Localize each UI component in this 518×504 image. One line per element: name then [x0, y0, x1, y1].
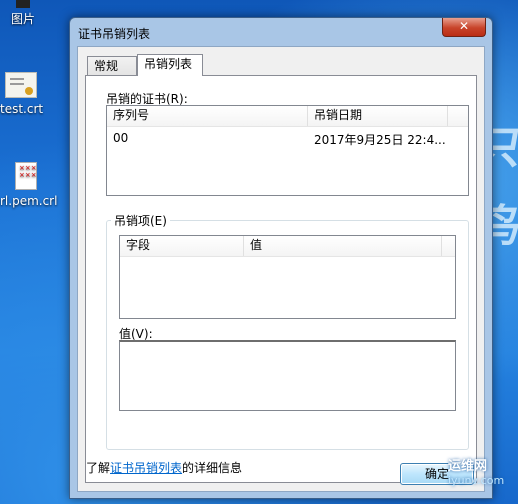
revocation-entry-label: 吊销项(E) [111, 212, 170, 229]
tab-general[interactable]: 常规 [87, 56, 137, 76]
dialog-client-area: 常规 吊销列表 吊销的证书(R): 序列号 吊销日期 00 2017年9月25日… [77, 46, 485, 492]
list-header: 序列号 吊销日期 [107, 106, 468, 127]
certificate-icon [5, 72, 37, 98]
revocation-list-icon: ××× ××× [15, 162, 37, 190]
tab-panel: 吊销的证书(R): 序列号 吊销日期 00 2017年9月25日 22:4...… [85, 75, 477, 483]
crl-dialog-window: 证书吊销列表 ✕ 常规 吊销列表 吊销的证书(R): 序列号 吊销日期 00 2… [69, 17, 493, 499]
list-header: 字段 值 [120, 236, 455, 257]
close-icon: ✕ [458, 19, 470, 33]
revoked-certs-list[interactable]: 序列号 吊销日期 00 2017年9月25日 22:4... [106, 105, 469, 196]
column-field[interactable]: 字段 [120, 236, 244, 256]
desktop-icon-pictures[interactable]: 图片 [6, 0, 40, 27]
revocation-date-cell: 2017年9月25日 22:4... [314, 133, 446, 147]
table-row[interactable]: 00 2017年9月25日 22:4... [107, 128, 468, 147]
column-revocation-date[interactable]: 吊销日期 [308, 106, 448, 126]
window-title: 证书吊销列表 [78, 27, 151, 41]
revocation-entry-list[interactable]: 字段 值 [119, 235, 456, 319]
revocation-entry-group: 吊销项(E) 字段 值 值(V): [106, 212, 469, 450]
title-bar[interactable]: 证书吊销列表 ✕ [70, 18, 492, 46]
crl-help-link[interactable]: 证书吊销列表 [110, 461, 182, 475]
desktop-icon-test-crt[interactable]: test.crt [0, 72, 43, 116]
column-serial-number[interactable]: 序列号 [107, 106, 308, 126]
folder-icon [16, 0, 30, 8]
serial-number-cell: 00 [113, 131, 129, 145]
tab-revocation-list[interactable]: 吊销列表 [137, 54, 203, 76]
column-value[interactable]: 值 [244, 236, 442, 256]
watermark-brand: 运维网 iyunv.com [448, 459, 505, 488]
value-textbox[interactable] [119, 340, 456, 411]
desktop-icon-crl[interactable]: ××× ××× rl.pem.crl [0, 162, 57, 208]
learn-more-text: 了解证书吊销列表的详细信息 [86, 461, 243, 475]
close-button[interactable]: ✕ [442, 18, 486, 37]
